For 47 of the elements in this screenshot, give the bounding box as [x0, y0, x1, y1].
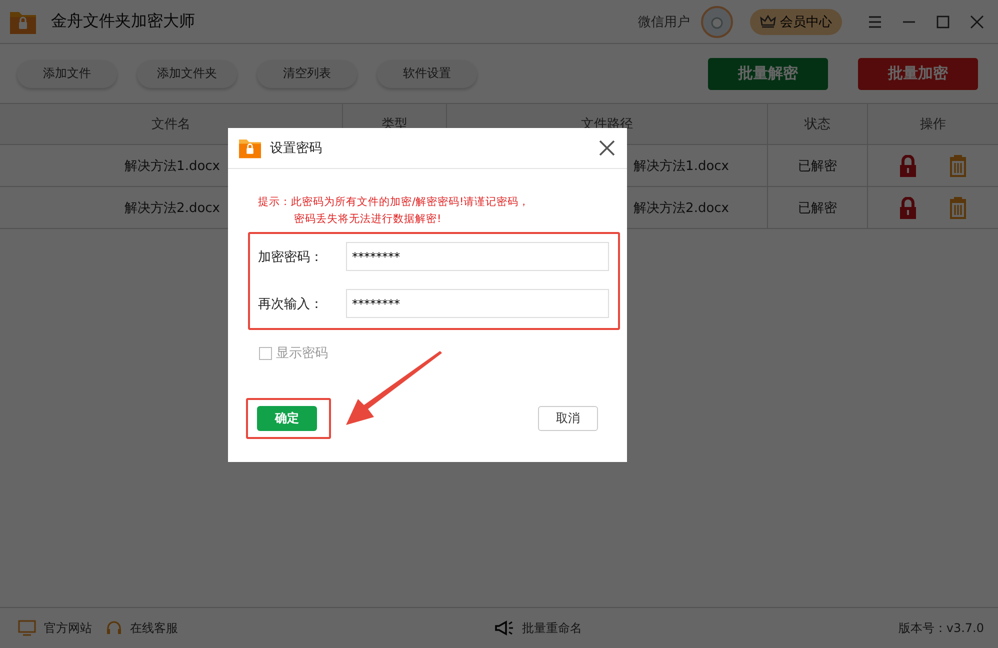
batch-decrypt-button[interactable]: 批量解密 — [708, 58, 828, 90]
lock-icon[interactable] — [899, 154, 917, 176]
vip-center-button[interactable]: 会员中心 — [750, 8, 842, 34]
file-name-cell-text: 解决方法1.docx — [124, 158, 220, 174]
toolbar-button[interactable]: 清空列表 — [257, 60, 357, 88]
cancel-button[interactable]: 取消 — [538, 406, 598, 431]
warning-text: 密码丢失将无法进行数据解密! — [293, 212, 442, 226]
confirm-button[interactable]: 确定 — [257, 406, 317, 431]
monitor-icon — [18, 620, 36, 636]
password-field[interactable]: ******** — [346, 242, 609, 271]
toolbar-button[interactable]: 软件设置 — [377, 60, 477, 88]
status-cell-text: 已解密 — [798, 200, 837, 216]
maximize-icon[interactable] — [936, 14, 950, 28]
trash-icon[interactable] — [949, 196, 967, 218]
menu-icon[interactable] — [868, 14, 882, 28]
password-field[interactable]: ******** — [346, 289, 609, 318]
app-title: 金舟文件夹加密大师 — [51, 11, 195, 32]
lock-icon[interactable] — [899, 196, 917, 218]
website-link[interactable]: 官方网站 — [18, 620, 92, 636]
column-header: 文件名 — [152, 116, 190, 133]
file-path-cell-text: 解决方法1.docx — [634, 158, 729, 174]
warning-text: 提示：此密码为所有文件的加密/解密密码!请谨记密码， — [258, 195, 531, 209]
column-header: 状态 — [804, 116, 830, 133]
field-label: 加密密码： — [258, 248, 324, 266]
headset-icon — [106, 620, 122, 636]
status-cell-text: 已解密 — [798, 158, 837, 174]
crown-icon — [760, 14, 776, 28]
field-label: 再次输入： — [258, 296, 324, 312]
column-header: 操作 — [920, 116, 946, 133]
file-path-cell-text: 解决方法2.docx — [634, 200, 729, 216]
toolbar-button[interactable]: 添加文件 — [17, 60, 117, 88]
close-icon[interactable] — [970, 14, 984, 28]
support-link[interactable]: 在线客服 — [106, 620, 178, 636]
avatar-icon[interactable] — [700, 4, 734, 38]
version-label: 版本号：v3.7.0 — [898, 620, 984, 636]
trash-icon[interactable] — [949, 154, 967, 176]
checkbox[interactable] — [259, 346, 272, 360]
megaphone-icon — [494, 620, 514, 636]
user-name[interactable]: 微信用户 — [638, 12, 690, 30]
dialog-title: 设置密码 — [270, 140, 322, 157]
file-name-cell-text: 解决方法2.docx — [124, 200, 220, 216]
show-password-label: 显示密码 — [276, 345, 328, 362]
toolbar-button[interactable]: 添加文件夹 — [137, 60, 237, 88]
close-icon[interactable] — [599, 140, 615, 156]
batch-rename-button[interactable]: 批量重命名 — [494, 620, 582, 636]
batch-encrypt-button[interactable]: 批量加密 — [858, 58, 978, 90]
folder-lock-icon — [238, 137, 262, 159]
